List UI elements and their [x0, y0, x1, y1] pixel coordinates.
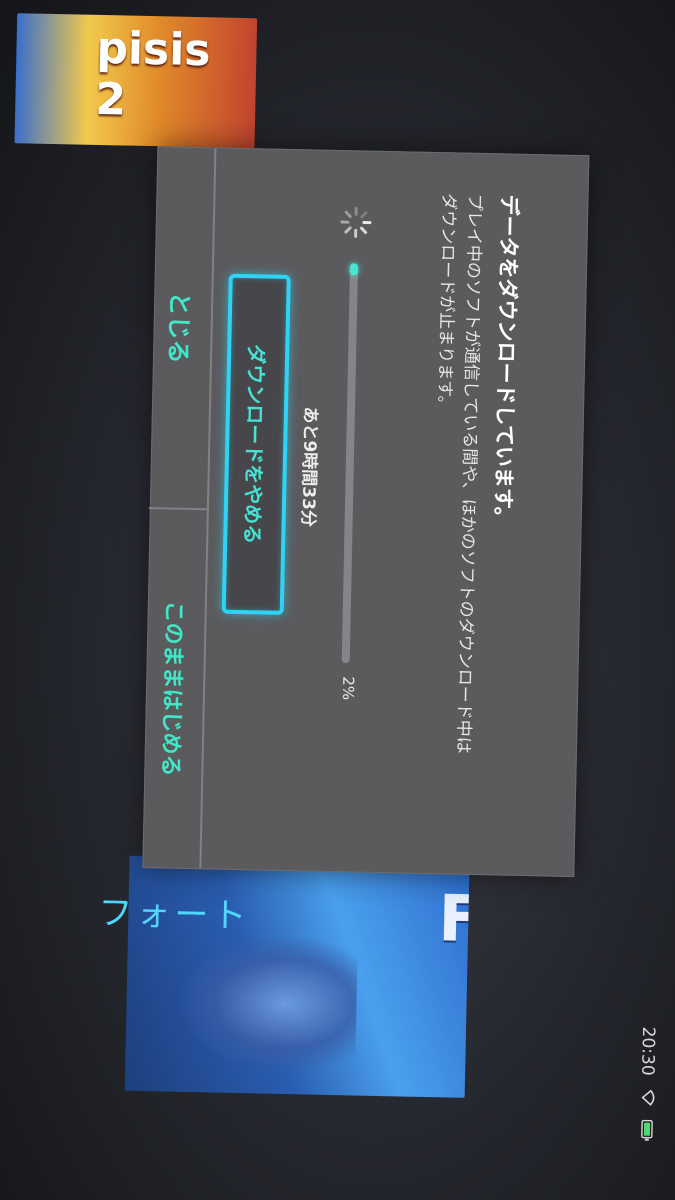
dialog-content: データをダウンロードしています。 プレイ中のソフトが通信している間や、ほかのソフ… [221, 149, 588, 876]
wifi-icon [636, 1089, 656, 1106]
clock: 20:30 [637, 1026, 659, 1076]
stop-download-button[interactable]: ダウンロードをやめる [221, 273, 291, 615]
close-button[interactable]: とじる [149, 147, 215, 508]
game-tile-2[interactable]: pisis 2 [14, 13, 258, 149]
dialog-footer: とじる このままはじめる [141, 147, 217, 869]
status-bar: 20:30 [582, 6, 675, 1200]
status-area: 20:30 [636, 1026, 658, 1141]
download-time-remaining: あと9時間33分 [297, 406, 321, 528]
dialog-description-line-2: ダウンロードが止まります。 [433, 193, 459, 413]
download-progress-fill [349, 263, 359, 276]
dialog-title: データをダウンロードしています。 [490, 194, 522, 529]
battery-icon [636, 1119, 656, 1141]
start-anyway-button[interactable]: このままはじめる [141, 509, 206, 868]
download-progress-percent: 2% [338, 676, 358, 701]
game-tile-2-title: pisis 2 [94, 22, 212, 126]
loading-spinner-icon [339, 205, 374, 240]
selected-game-title: フォート [97, 893, 251, 937]
download-dialog: データをダウンロードしています。 プレイ中のソフトが通信している間や、ほかのソフ… [141, 146, 590, 878]
download-progress-bar [341, 263, 359, 664]
game-tile-logo: FORT [437, 882, 470, 961]
screen-content: pisis 2 FORT フォート 20:30 データをダウンロードしています。… [0, 0, 675, 1200]
game-tile-artwork [175, 931, 358, 1076]
console-screen: pisis 2 FORT フォート 20:30 データをダウンロードしています。… [0, 0, 675, 1200]
